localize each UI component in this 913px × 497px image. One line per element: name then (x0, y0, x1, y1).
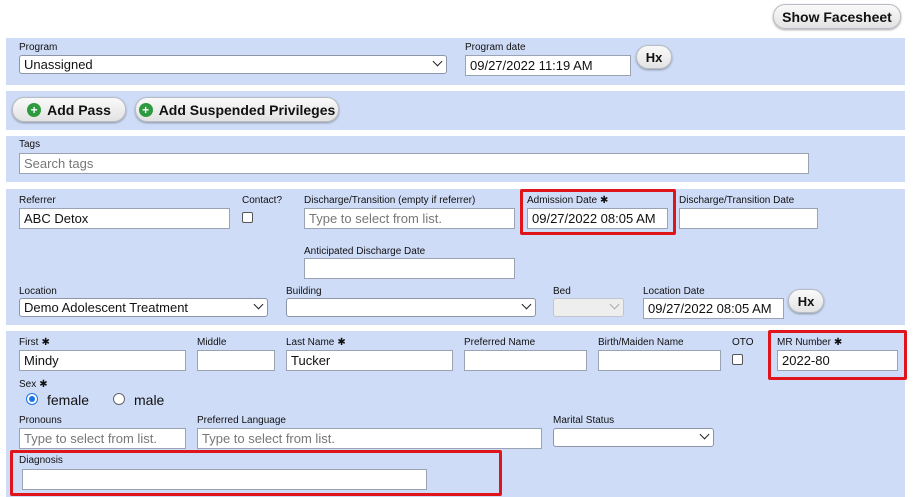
tags-search-input[interactable]: Search tags (19, 153, 809, 174)
building-label: Building (286, 286, 322, 297)
location-value: Demo Adolescent Treatment (24, 300, 189, 315)
admission-date-highlight (520, 189, 676, 235)
birth-name-label: Birth/Maiden Name (598, 337, 684, 348)
program-history-button[interactable]: Hx (636, 45, 672, 69)
contact-checkbox[interactable] (242, 212, 253, 223)
first-name-label-text: First (19, 337, 39, 348)
sex-label: Sex ✱ (19, 379, 48, 391)
chevron-down-icon (253, 299, 264, 310)
hx-label: Hx (645, 49, 663, 65)
oto-checkbox[interactable] (732, 354, 743, 365)
preferred-name-input[interactable] (464, 350, 587, 371)
discharge-transition-input[interactable]: Type to select from list. (304, 208, 515, 229)
chevron-down-icon (432, 56, 443, 67)
referrer-input[interactable]: ABC Detox (19, 208, 230, 229)
hx-label: Hx (797, 293, 815, 309)
location-date-label: Location Date (643, 286, 705, 297)
tags-label: Tags (19, 139, 41, 150)
birth-name-input[interactable] (598, 350, 721, 371)
plus-circle-icon: + (27, 102, 42, 117)
program-label: Program (19, 42, 58, 53)
sex-label-text: Sex (19, 379, 37, 390)
program-date-input[interactable]: 09/27/2022 11:19 AM (465, 55, 631, 76)
diagnosis-highlight (10, 450, 502, 496)
add-pass-button[interactable]: + Add Pass (12, 97, 126, 122)
pronouns-label: Pronouns (19, 415, 62, 426)
preferred-name-label: Preferred Name (464, 337, 536, 348)
show-facesheet-button[interactable]: Show Facesheet (773, 4, 901, 29)
sex-female-radio[interactable] (26, 393, 38, 405)
location-label: Location (19, 286, 57, 297)
discharge-date-input[interactable] (679, 208, 818, 229)
sex-male-radio[interactable] (113, 393, 125, 405)
first-name-input[interactable]: Mindy (19, 350, 186, 371)
last-name-label: Last Name ✱ (286, 337, 346, 349)
middle-name-input[interactable] (197, 350, 275, 371)
program-value: Unassigned (24, 57, 93, 72)
location-date-input[interactable]: 09/27/2022 08:05 AM (643, 298, 784, 319)
sex-female-label[interactable]: female (47, 392, 89, 408)
show-facesheet-label: Show Facesheet (782, 8, 892, 25)
first-name-label: First ✱ (19, 337, 50, 349)
bed-select[interactable] (553, 298, 624, 317)
add-suspended-label: Add Suspended Privileges (158, 101, 336, 118)
last-name-label-text: Last Name (286, 337, 335, 348)
bed-label: Bed (553, 286, 571, 297)
program-select[interactable]: Unassigned (19, 55, 447, 74)
contact-label: Contact? (242, 195, 283, 206)
marital-status-select[interactable] (553, 428, 714, 447)
chevron-down-icon (521, 299, 532, 310)
add-suspended-privileges-button[interactable]: + Add Suspended Privileges (135, 97, 339, 122)
mr-number-highlight (768, 330, 907, 380)
chevron-down-icon (699, 429, 710, 440)
required-icon: ✱ (39, 379, 48, 390)
referrer-label: Referrer (19, 195, 56, 206)
pronouns-input[interactable]: Type to select from list. (19, 428, 186, 449)
preferred-language-label: Preferred Language (197, 415, 286, 426)
required-icon: ✱ (41, 337, 50, 348)
discharge-date-label: Discharge/Transition Date (679, 195, 795, 206)
add-pass-label: Add Pass (47, 101, 111, 118)
program-date-label: Program date (465, 42, 526, 53)
plus-circle-icon: + (138, 102, 153, 117)
anticipated-discharge-input[interactable] (304, 258, 515, 279)
anticipated-discharge-label: Anticipated Discharge Date (304, 246, 426, 257)
middle-name-label: Middle (197, 337, 227, 348)
sex-male-label[interactable]: male (134, 392, 164, 408)
required-icon: ✱ (337, 337, 346, 348)
location-select[interactable]: Demo Adolescent Treatment (19, 298, 268, 317)
last-name-input[interactable]: Tucker (286, 350, 453, 371)
preferred-language-input[interactable]: Type to select from list. (197, 428, 542, 449)
discharge-transition-label: Discharge/Transition (empty if referrer) (304, 195, 476, 206)
building-select[interactable] (286, 298, 536, 317)
oto-label: OTO (732, 337, 754, 348)
marital-status-label: Marital Status (553, 415, 615, 426)
chevron-down-icon (609, 299, 620, 310)
location-history-button[interactable]: Hx (788, 289, 824, 313)
